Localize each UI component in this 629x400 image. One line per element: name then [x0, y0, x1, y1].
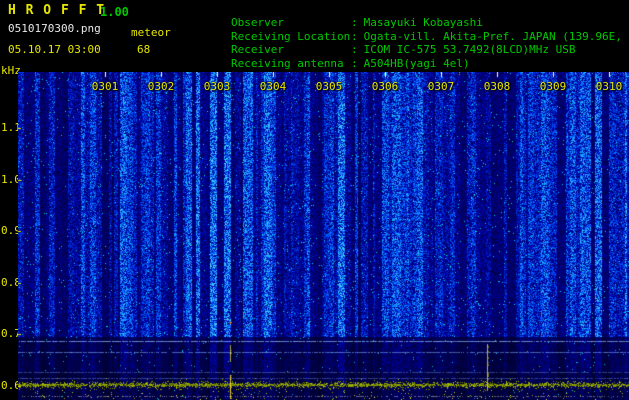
info-label: Receiver: [230, 43, 284, 56]
info-value: ICOM IC-575 53.7492(8LCD)MHz USB: [363, 43, 576, 56]
x-tick-0304: 0304: [259, 80, 287, 93]
observation-mode: meteor: [131, 26, 171, 39]
x-tick-0306: 0306: [371, 80, 399, 93]
x-tick-0303: 0303: [203, 80, 231, 93]
app-title: H R O F F T: [8, 3, 106, 18]
spectrogram-plot: kHz 1.1 1.0 0.9 0.8 0.7 0.6 0301 0302 03…: [0, 65, 629, 400]
info-separator: :: [350, 16, 358, 29]
station-info: Observer: Masayuki Kobayashi Receiving Lo…: [178, 5, 629, 70]
spectrogram-canvas: [18, 72, 629, 400]
x-tick-0310: 0310: [595, 80, 623, 93]
echo-count: 68: [137, 43, 151, 56]
info-separator: :: [350, 56, 358, 70]
info-value: A504HB(yagi 4el): [363, 56, 470, 70]
info-separator: :: [350, 43, 358, 56]
app-version: 1.00: [100, 5, 129, 19]
info-label: Receiving Location: [230, 29, 351, 43]
x-tick-0309: 0309: [539, 80, 567, 93]
hrofft-output: H R O F F T 1.00 0510170300.png meteor 0…: [0, 0, 629, 400]
observation-datetime: 05.10.17 03:00: [8, 43, 101, 56]
info-label: Observer: [230, 16, 284, 29]
x-tick-0301: 0301: [91, 80, 119, 93]
info-row-observer: Observer: Masayuki Kobayashi: [178, 5, 629, 29]
info-separator: :: [350, 29, 358, 43]
x-tick-0308: 0308: [483, 80, 511, 93]
output-filename: 0510170300.png: [8, 22, 101, 35]
info-value: Masayuki Kobayashi: [363, 16, 483, 29]
x-tick-0307: 0307: [427, 80, 455, 93]
info-value: Ogata-vill. Akita-Pref. JAPAN (139.96E, …: [363, 29, 629, 43]
info-label: Receiving antenna: [230, 56, 344, 70]
x-tick-0305: 0305: [315, 80, 343, 93]
x-tick-0302: 0302: [147, 80, 175, 93]
